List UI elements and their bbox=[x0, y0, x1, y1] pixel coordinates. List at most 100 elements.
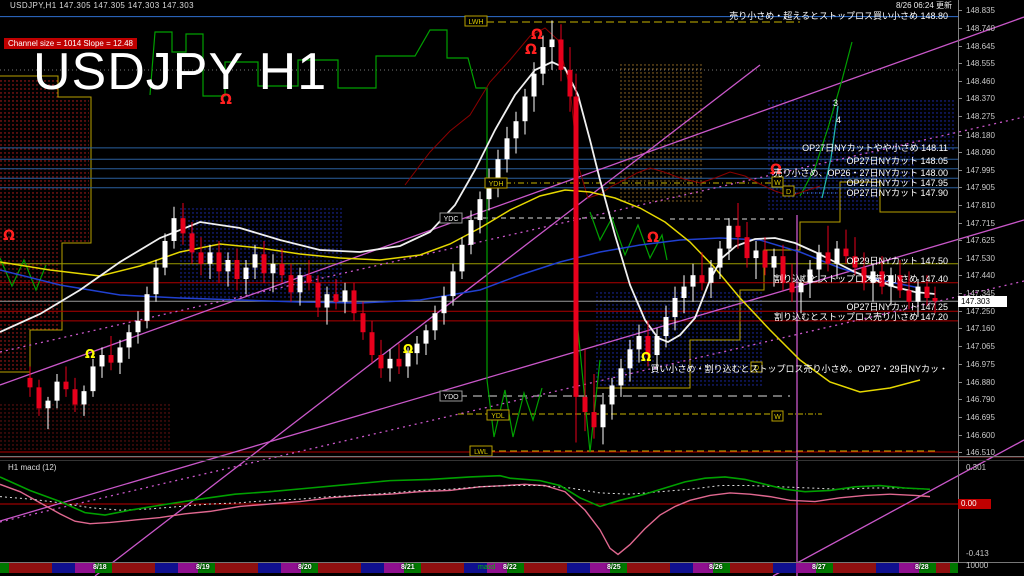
line-label-box[interactable]: YDH bbox=[485, 178, 507, 188]
symbol-watermark: USDJPY H1 bbox=[33, 42, 327, 102]
svg-text:D: D bbox=[786, 189, 791, 196]
price-axis-label: 146.975 bbox=[966, 360, 995, 369]
price-axis-label: 147.625 bbox=[966, 236, 995, 245]
axis-tick bbox=[958, 399, 962, 400]
candle bbox=[514, 112, 519, 154]
candle bbox=[718, 241, 723, 279]
date-label[interactable]: 8/26 bbox=[709, 564, 723, 571]
candle bbox=[763, 237, 768, 275]
candle bbox=[745, 222, 750, 268]
price-axis-label: 147.065 bbox=[966, 342, 995, 351]
panel-divider[interactable] bbox=[0, 456, 1024, 457]
axis-tick bbox=[958, 417, 962, 418]
axis-tick bbox=[958, 187, 962, 188]
svg-text:YDC: YDC bbox=[444, 216, 459, 223]
axis-tick bbox=[958, 311, 962, 312]
indicator-cloud bbox=[0, 78, 89, 372]
candle bbox=[700, 252, 705, 290]
candle bbox=[433, 306, 438, 340]
date-label[interactable]: 8/27 bbox=[812, 564, 826, 571]
date-label[interactable]: 8/28 bbox=[915, 564, 929, 571]
macd-slow-line bbox=[0, 484, 930, 554]
candle bbox=[64, 366, 69, 396]
wave-count-label: 3 bbox=[833, 98, 838, 108]
line-label-box[interactable]: YDL bbox=[487, 410, 509, 420]
price-axis-label: 147.250 bbox=[966, 307, 995, 316]
axis-tick bbox=[958, 346, 962, 347]
line-label-box[interactable]: LWL bbox=[470, 446, 492, 456]
date-label[interactable]: 8/19 bbox=[196, 564, 210, 571]
date-label[interactable]: 8/18 bbox=[93, 564, 107, 571]
line-label-box[interactable]: YDO bbox=[440, 391, 462, 401]
price-axis-label: 147.905 bbox=[966, 183, 995, 192]
svg-text:W: W bbox=[774, 180, 781, 187]
macd-indicator-label: H1 macd (12) bbox=[8, 463, 56, 472]
buy-signal-icon: Ω bbox=[85, 347, 95, 361]
axis-tick bbox=[958, 63, 962, 64]
macd-axis-extra: 10000 bbox=[966, 561, 988, 570]
date-label[interactable]: 8/20 bbox=[298, 564, 312, 571]
candle bbox=[397, 344, 402, 374]
candle bbox=[28, 366, 33, 396]
axis-tick bbox=[958, 116, 962, 117]
line-label-box[interactable]: W bbox=[772, 411, 783, 421]
date-label[interactable]: 8/21 bbox=[401, 564, 415, 571]
price-axis-label: 147.530 bbox=[966, 254, 995, 263]
candle bbox=[601, 393, 606, 444]
svg-text:LWH: LWH bbox=[468, 19, 483, 26]
price-axis-label: 148.370 bbox=[966, 94, 995, 103]
axis-tick bbox=[958, 364, 962, 365]
price-axis[interactable]: 148.835148.740148.645148.555148.460148.3… bbox=[958, 0, 1024, 562]
candle bbox=[136, 311, 141, 343]
macd-main-line bbox=[0, 476, 930, 515]
axis-tick bbox=[958, 170, 962, 171]
candle bbox=[505, 127, 510, 173]
macd-zero-tag: 0.00 bbox=[958, 499, 991, 509]
op-annotation: OP27日NYカット 147.90 bbox=[846, 186, 948, 199]
candle bbox=[523, 89, 528, 135]
sell-signal-icon: Ω bbox=[3, 228, 15, 244]
line-label-box[interactable]: YDC bbox=[440, 213, 462, 223]
candle bbox=[55, 374, 60, 408]
candle bbox=[352, 283, 357, 321]
op-annotation: 割り込むとストップロス売り小さめ 147.40 bbox=[774, 272, 948, 285]
op-annotation: OP29日NYカット 147.50 bbox=[846, 254, 948, 267]
svg-text:YDO: YDO bbox=[443, 394, 459, 401]
candle bbox=[442, 287, 447, 325]
svg-text:LWL: LWL bbox=[474, 449, 488, 456]
candle bbox=[370, 321, 375, 363]
candle bbox=[127, 325, 132, 359]
date-label[interactable]: 8/25 bbox=[607, 564, 621, 571]
buy-signal-icon: Ω bbox=[403, 342, 413, 356]
candle bbox=[415, 336, 420, 365]
axis-tick bbox=[958, 46, 962, 47]
axis-tick bbox=[958, 98, 962, 99]
axis-tick bbox=[958, 205, 962, 206]
price-axis-label: 148.555 bbox=[966, 59, 995, 68]
svg-text:YDH: YDH bbox=[489, 181, 504, 188]
axis-tick bbox=[958, 293, 962, 294]
date-label[interactable]: 8/22 bbox=[503, 564, 517, 571]
axis-tick bbox=[958, 435, 962, 436]
candle bbox=[424, 325, 429, 355]
price-axis-label: 148.835 bbox=[966, 6, 995, 15]
svg-text:YDL: YDL bbox=[491, 413, 505, 420]
sell-signal-icon: Ω bbox=[647, 230, 659, 246]
price-axis-label: 148.090 bbox=[966, 148, 995, 157]
candle bbox=[559, 24, 564, 81]
candle bbox=[163, 233, 168, 275]
candle bbox=[172, 207, 177, 249]
macd-axis-bottom: -0.413 bbox=[966, 549, 989, 558]
candle bbox=[379, 340, 384, 378]
candle bbox=[469, 211, 474, 255]
macd-footer-text: macd bbox=[478, 564, 495, 571]
line-label-box[interactable]: D bbox=[783, 186, 794, 196]
sell-signal-icon: Ω bbox=[531, 27, 543, 43]
price-axis-label: 146.880 bbox=[966, 378, 995, 387]
indicator-cloud bbox=[0, 404, 170, 452]
axis-tick bbox=[958, 81, 962, 82]
candle bbox=[460, 237, 465, 279]
price-axis-label: 147.995 bbox=[966, 166, 995, 175]
line-label-box[interactable]: LWH bbox=[465, 16, 487, 26]
macd-axis-top: 0.301 bbox=[966, 463, 986, 472]
